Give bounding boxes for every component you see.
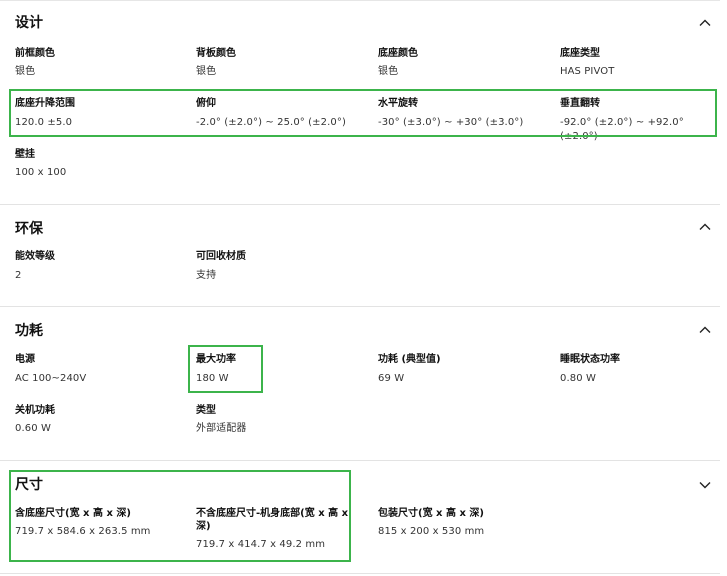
spec-value-bezel-color: 银色 (15, 66, 36, 77)
spec-label-stand-color: 底座颜色 (378, 48, 418, 59)
spec-label-dim-with-stand: 含底座尺寸(宽 x 高 x 深) (15, 508, 131, 519)
spec-value-tilt: -2.0° (±2.0°) ~ 25.0° (±2.0°) (196, 117, 346, 128)
spec-label-energy-class: 能效等级 (15, 251, 55, 262)
spec-label-power-supply: 电源 (15, 354, 35, 365)
spec-value-sleep-power: 0.80 W (560, 373, 596, 384)
spec-label-pivot: 垂直翻转 (560, 98, 600, 109)
spec-value-height-adjust: 120.0 ±5.0 (15, 117, 73, 128)
spec-label-height-adjust: 底座升降范围 (15, 98, 75, 109)
spec-value-stand-color: 银色 (378, 66, 399, 77)
spec-label-typical-power: 功耗 (典型值) (378, 354, 441, 365)
spec-value-recyclable: 支持 (196, 270, 217, 281)
spec-value-energy-class: 2 (15, 270, 22, 281)
chevron-down-icon[interactable] (698, 478, 712, 492)
spec-value-dim-with-stand: 719.7 x 584.6 x 263.5 mm (15, 526, 151, 537)
section-environment: 环保 能效等级 2 可回收材质 支持 (0, 205, 720, 307)
spec-label-bezel-color: 前框颜色 (15, 48, 55, 59)
spec-value-swivel: -30° (±3.0°) ~ +30° (±3.0°) (378, 117, 524, 128)
spec-label-package-dim: 包装尺寸(宽 x 高 x 深) (378, 508, 484, 519)
section-power: 功耗 电源 AC 100~240V 最大功率 180 W 功耗 (典型值) 69… (0, 307, 720, 460)
divider-bottom (0, 573, 720, 574)
spec-value-wall-mount: 100 x 100 (15, 167, 67, 178)
spec-label-power-type: 类型 (196, 405, 216, 416)
spec-value-power-type: 外部适配器 (196, 423, 247, 434)
spec-label-dim-without-stand-line2: 深) (196, 521, 211, 532)
spec-label-recyclable: 可回收材质 (196, 251, 246, 262)
spec-value-power-supply: AC 100~240V (15, 373, 87, 384)
spec-value-max-power: 180 W (196, 373, 229, 384)
section-title-design: 设计 (15, 15, 43, 31)
spec-value-pivot: -92.0° (±2.0°) ~ +92.0° (±2.0°) (560, 117, 684, 142)
spec-value-dim-without-stand: 719.7 x 414.7 x 49.2 mm (196, 539, 326, 550)
spec-label-wall-mount: 壁挂 (15, 149, 35, 160)
spec-value-typical-power: 69 W (378, 373, 405, 384)
spec-label-stand-type: 底座类型 (560, 48, 600, 59)
section-design: 设计 前框颜色 银色 背板颜色 银色 底座颜色 银色 底座类型 HAS PIVO… (0, 0, 720, 205)
spec-label-swivel: 水平旋转 (378, 98, 418, 109)
spec-label-back-color: 背板颜色 (196, 48, 236, 59)
chevron-up-icon[interactable] (698, 16, 712, 30)
spec-label-max-power: 最大功率 (196, 354, 236, 365)
spec-value-off-power: 0.60 W (15, 423, 51, 434)
spec-label-dim-without-stand-line1: 不含底座尺寸-机身底部(宽 x 高 x (196, 508, 349, 519)
spec-label-sleep-power: 睡眠状态功率 (560, 354, 620, 365)
section-title-power: 功耗 (15, 323, 43, 339)
section-dimensions: 尺寸 含底座尺寸(宽 x 高 x 深) 719.7 x 584.6 x 263.… (0, 461, 720, 576)
section-title-environment: 环保 (15, 221, 43, 237)
spec-label-off-power: 关机功耗 (15, 405, 55, 416)
spec-page: 设计 前框颜色 银色 背板颜色 银色 底座颜色 银色 底座类型 HAS PIVO… (0, 0, 727, 576)
section-title-dimensions: 尺寸 (15, 477, 43, 493)
spec-value-package-dim: 815 x 200 x 530 mm (378, 526, 485, 537)
spec-value-back-color: 银色 (196, 66, 217, 77)
spec-value-stand-type: HAS PIVOT (560, 66, 615, 77)
chevron-up-icon[interactable] (698, 323, 712, 337)
chevron-up-icon[interactable] (698, 220, 712, 234)
spec-label-tilt: 俯仰 (196, 98, 216, 109)
